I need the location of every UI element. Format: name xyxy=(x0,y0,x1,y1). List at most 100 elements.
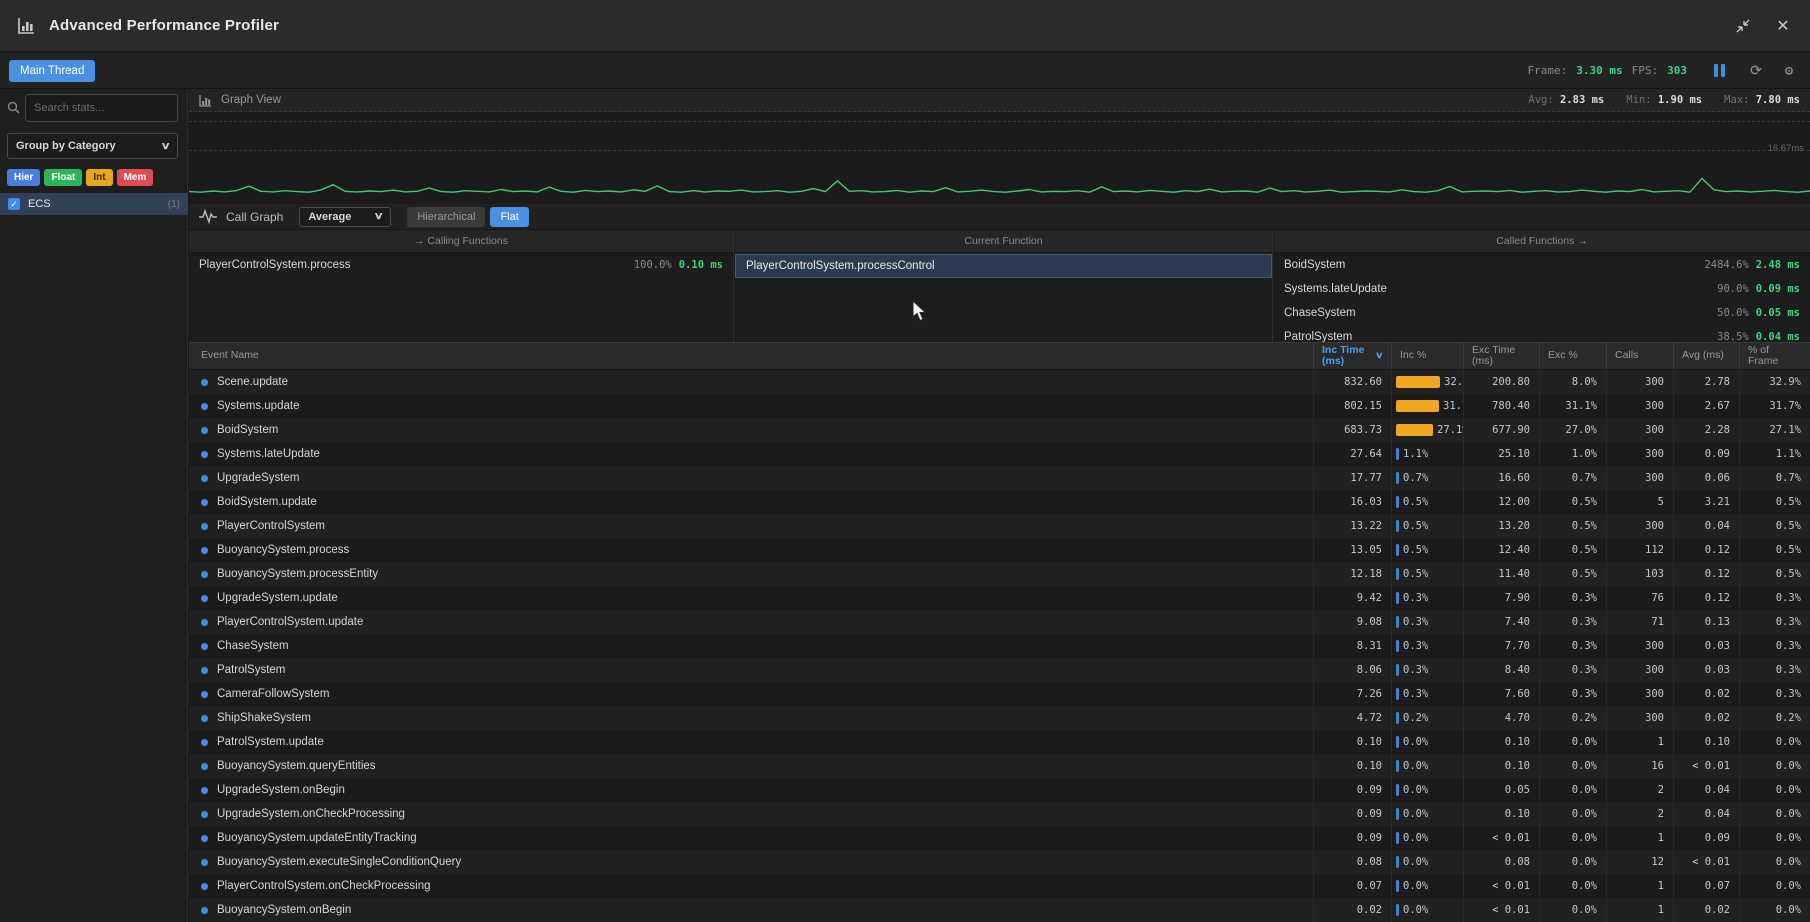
aggregation-select[interactable]: Average ∨ xyxy=(299,207,391,227)
table-row[interactable]: Scene.update832.6032.9%200.808.0%3002.78… xyxy=(189,370,1810,394)
table-row[interactable]: CameraFollowSystem7.260.3%7.600.3%3000.0… xyxy=(189,682,1810,706)
table-row[interactable]: BuoyancySystem.executeSingleConditionQue… xyxy=(189,850,1810,874)
close-icon[interactable]: ✕ xyxy=(1772,15,1794,37)
event-name: PlayerControlSystem.update xyxy=(217,616,363,628)
calling-function-row[interactable]: PlayerControlSystem.process100.0%0.10 ms xyxy=(189,253,733,277)
function-percent: 50.0% xyxy=(1717,307,1749,319)
inc-percent-bar xyxy=(1396,808,1399,820)
value-cell: 0.0% xyxy=(1539,850,1606,874)
filter-button-hier[interactable]: Hier xyxy=(7,169,40,186)
event-name: BoidSystem xyxy=(217,424,278,436)
filter-button-int[interactable]: Int xyxy=(86,169,112,186)
filter-button-mem[interactable]: Mem xyxy=(117,169,154,186)
value-cell: 4.70 xyxy=(1463,706,1539,730)
value-cell: 0.5% xyxy=(1539,538,1606,562)
collapse-icon[interactable] xyxy=(1732,15,1754,37)
column-header-calls[interactable]: Calls xyxy=(1606,343,1673,369)
function-name: BoidSystem xyxy=(1284,259,1704,271)
column-header-inc-[interactable]: Inc % xyxy=(1391,343,1463,369)
table-row[interactable]: BuoyancySystem.queryEntities0.100.0%0.10… xyxy=(189,754,1810,778)
gear-icon[interactable]: ⚙ xyxy=(1780,62,1798,80)
table-row[interactable]: UpgradeSystem17.770.7%16.600.7%3000.060.… xyxy=(189,466,1810,490)
table-row[interactable]: UpgradeSystem.onBegin0.090.0%0.050.0%20.… xyxy=(189,778,1810,802)
column-header-exc-time-ms-[interactable]: Exc Time (ms) xyxy=(1463,343,1539,369)
inc-percent-cell: 0.7% xyxy=(1391,466,1463,490)
table-row[interactable]: ChaseSystem8.310.3%7.700.3%3000.030.3% xyxy=(189,634,1810,658)
table-row[interactable]: PlayerControlSystem.update9.080.3%7.400.… xyxy=(189,610,1810,634)
function-time: 0.10 ms xyxy=(679,259,723,271)
inc-percent-value: 0.3% xyxy=(1403,592,1428,604)
table-row[interactable]: PatrolSystem.update0.100.0%0.100.0%10.10… xyxy=(189,730,1810,754)
table-row[interactable]: PatrolSystem8.060.3%8.400.3%3000.030.3% xyxy=(189,658,1810,682)
table-row[interactable]: PlayerControlSystem13.220.5%13.200.5%300… xyxy=(189,514,1810,538)
column-header-inc-time-ms-[interactable]: Inc Time (ms)∨ xyxy=(1313,343,1391,369)
event-name-cell: BuoyancySystem.onBegin xyxy=(189,898,1313,922)
inc-percent-bar xyxy=(1396,880,1399,892)
hierarchical-button[interactable]: Hierarchical xyxy=(407,207,485,227)
category-row-ecs[interactable]: ✓ECS(1) xyxy=(0,193,188,215)
event-name-cell: UpgradeSystem.onBegin xyxy=(189,778,1313,802)
flat-button[interactable]: Flat xyxy=(490,207,528,227)
called-function-row[interactable]: BoidSystem2484.6%2.48 ms xyxy=(1274,253,1810,277)
value-cell: 0.08 xyxy=(1463,850,1539,874)
call-graph-bar: Call Graph Average ∨ Hierarchical Flat xyxy=(189,204,1810,230)
pause-icon[interactable] xyxy=(1710,62,1728,80)
group-by-select[interactable]: Group by Category ∨ xyxy=(7,133,178,159)
table-row[interactable]: Systems.update802.1531.7%780.4031.1%3002… xyxy=(189,394,1810,418)
column-header-exc-[interactable]: Exc % xyxy=(1539,343,1606,369)
value-cell: 0.0% xyxy=(1539,874,1606,898)
table-row[interactable]: BuoyancySystem.processEntity12.180.5%11.… xyxy=(189,562,1810,586)
table-row[interactable]: BoidSystem683.7327.1%677.9027.0%3002.282… xyxy=(189,418,1810,442)
inc-percent-value: 0.0% xyxy=(1403,880,1428,892)
frame-stats: Frame: 3.30 ms FPS: 303 ⟳ ⚙ xyxy=(1528,62,1798,80)
event-dot-icon xyxy=(201,403,208,410)
value-cell: 0.08 xyxy=(1313,850,1391,874)
inc-percent-bar xyxy=(1396,376,1440,388)
value-cell: 1.1% xyxy=(1739,442,1810,466)
frame-label: Frame: xyxy=(1528,64,1568,77)
table-row[interactable]: BuoyancySystem.process13.050.5%12.400.5%… xyxy=(189,538,1810,562)
search-input[interactable] xyxy=(25,94,178,122)
stat-value: 1.90 ms xyxy=(1658,94,1702,106)
table-row[interactable]: BuoyancySystem.onBegin0.020.0%< 0.010.0%… xyxy=(189,898,1810,922)
called-function-row[interactable]: PatrolSystem38.5%0.04 ms xyxy=(1274,325,1810,343)
value-cell: 0.0% xyxy=(1539,898,1606,922)
checkbox-icon[interactable]: ✓ xyxy=(8,198,20,210)
column-header--of-frame[interactable]: % of Frame xyxy=(1739,343,1810,369)
table-row[interactable]: UpgradeSystem.update9.420.3%7.900.3%760.… xyxy=(189,586,1810,610)
inc-percent-bar xyxy=(1396,760,1399,772)
event-name: BuoyancySystem.queryEntities xyxy=(217,760,376,772)
table-row[interactable]: BuoyancySystem.updateEntityTracking0.090… xyxy=(189,826,1810,850)
inc-percent-cell: 0.3% xyxy=(1391,586,1463,610)
value-cell: 12 xyxy=(1606,850,1673,874)
refresh-icon[interactable]: ⟳ xyxy=(1747,62,1765,80)
table-row[interactable]: PlayerControlSystem.onCheckProcessing0.0… xyxy=(189,874,1810,898)
called-function-row[interactable]: Systems.lateUpdate90.0%0.09 ms xyxy=(1274,277,1810,301)
value-cell: 7.90 xyxy=(1463,586,1539,610)
column-header-avg-ms-[interactable]: Avg (ms) xyxy=(1673,343,1739,369)
filter-button-float[interactable]: Float xyxy=(44,169,82,186)
table-row[interactable]: BoidSystem.update16.030.5%12.000.5%53.21… xyxy=(189,490,1810,514)
value-cell: 300 xyxy=(1606,418,1673,442)
current-function-header: Current Function xyxy=(735,230,1272,253)
table-row[interactable]: ShipShakeSystem4.720.2%4.700.2%3000.020.… xyxy=(189,706,1810,730)
table-row[interactable]: UpgradeSystem.onCheckProcessing0.090.0%0… xyxy=(189,802,1810,826)
stat-value: 2.83 ms xyxy=(1560,94,1604,106)
current-function-cell[interactable]: PlayerControlSystem.processControl xyxy=(735,254,1272,278)
inc-percent-bar xyxy=(1396,472,1399,484)
graph-stat: Avg: 2.83 ms xyxy=(1528,94,1604,106)
called-function-row[interactable]: ChaseSystem50.0%0.05 ms xyxy=(1274,301,1810,325)
event-name: UpgradeSystem.onCheckProcessing xyxy=(217,808,405,820)
value-cell: 832.60 xyxy=(1313,370,1391,394)
main-thread-button[interactable]: Main Thread xyxy=(9,60,95,82)
table-row[interactable]: Systems.lateUpdate27.641.1%25.101.0%3000… xyxy=(189,442,1810,466)
inc-percent-value: 0.2% xyxy=(1403,712,1428,724)
inc-percent-value: 0.0% xyxy=(1403,808,1428,820)
frame-value: 3.30 ms xyxy=(1576,64,1622,77)
column-header-event-name[interactable]: Event Name xyxy=(189,343,1313,369)
value-cell: 31.1% xyxy=(1539,394,1606,418)
event-name-cell: UpgradeSystem xyxy=(189,466,1313,490)
function-time: 0.05 ms xyxy=(1756,307,1800,319)
inc-percent-value: 0.0% xyxy=(1403,760,1428,772)
value-cell: 0.0% xyxy=(1539,754,1606,778)
